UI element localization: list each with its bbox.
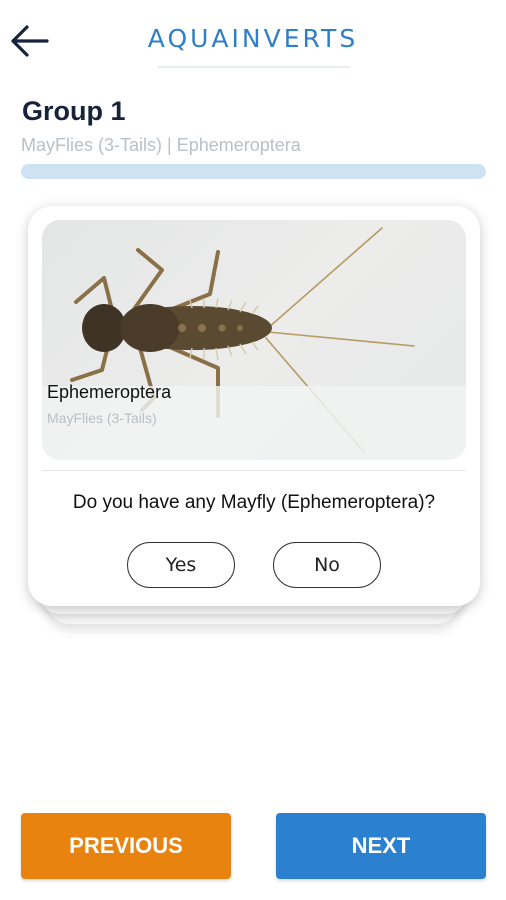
app-title: AQUAINVERTS xyxy=(147,24,359,53)
screen: AQUAINVERTS Group 1 MayFlies (3-Tails) |… xyxy=(0,0,506,900)
no-button[interactable]: No xyxy=(273,542,381,588)
title-underline xyxy=(158,66,350,68)
card-divider xyxy=(42,470,466,471)
header: AQUAINVERTS xyxy=(0,0,506,80)
group-title: Group 1 xyxy=(22,96,126,126)
yes-button[interactable]: Yes xyxy=(127,542,235,588)
progress-bar xyxy=(21,164,486,179)
species-name: Ephemeroptera xyxy=(47,382,172,402)
question-card: Ephemeroptera MayFlies (3-Tails) Do you … xyxy=(28,206,480,606)
question-text: Do you have any Mayfly (Ephemeroptera)? xyxy=(72,492,436,513)
next-button[interactable]: NEXT xyxy=(276,813,486,879)
group-subtitle: MayFlies (3-Tails) | Ephemeroptera xyxy=(21,135,301,155)
previous-button[interactable]: PREVIOUS xyxy=(21,813,231,879)
species-common-name: MayFlies (3-Tails) xyxy=(47,410,157,426)
